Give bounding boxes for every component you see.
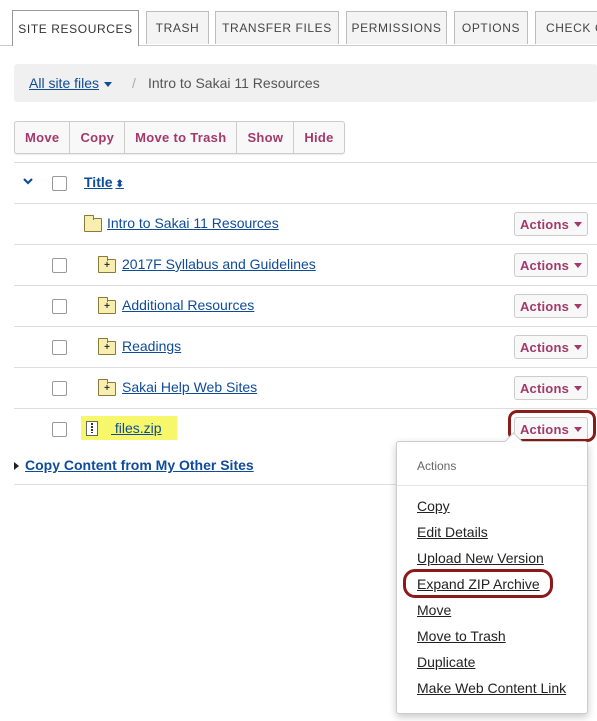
copy-content-link[interactable]: Copy Content from My Other Sites <box>14 457 254 473</box>
copy-button[interactable]: Copy <box>70 122 126 153</box>
row-checkbox[interactable] <box>52 299 67 314</box>
breadcrumb: All site files / Intro to Sakai 11 Resou… <box>14 64 597 102</box>
table-row: + 2017F Syllabus and Guidelines Actions <box>14 244 597 285</box>
resource-toolbar: Move Copy Move to Trash Show Hide <box>14 121 345 154</box>
title-sort-link[interactable]: Title ⬍ <box>84 174 124 190</box>
actions-button[interactable]: Actions <box>514 212 588 236</box>
menu-item-move[interactable]: Move <box>417 602 451 618</box>
item-link[interactable]: Readings <box>122 338 181 354</box>
tab-trash[interactable]: TRASH <box>146 11 209 44</box>
table-row: + Sakai Help Web Sites Actions <box>14 367 597 408</box>
menu-divider <box>397 485 587 486</box>
row-checkbox[interactable] <box>52 422 67 437</box>
caret-down-icon <box>574 344 583 350</box>
move-to-trash-button[interactable]: Move to Trash <box>125 122 238 153</box>
tool-tabs: SITE RESOURCES TRASH TRANSFER FILES PERM… <box>0 0 597 46</box>
all-site-files-dropdown[interactable]: All site files <box>29 75 113 91</box>
caret-down-icon <box>104 81 113 87</box>
folder-icon <box>84 215 102 232</box>
select-all-checkbox[interactable] <box>52 176 67 191</box>
actions-button[interactable]: Actions <box>514 376 588 400</box>
menu-item-edit-details[interactable]: Edit Details <box>417 524 488 540</box>
item-link[interactable]: Additional Resources <box>122 297 254 313</box>
actions-button[interactable]: Actions <box>514 294 588 318</box>
callout-ring <box>403 569 553 598</box>
folder-plus-icon[interactable]: + <box>98 338 116 355</box>
tab-site-resources[interactable]: SITE RESOURCES <box>12 10 139 46</box>
tab-options[interactable]: OPTIONS <box>454 11 528 44</box>
row-checkbox[interactable] <box>52 258 67 273</box>
caret-down-icon <box>574 262 583 268</box>
menu-item-make-web-content-link[interactable]: Make Web Content Link <box>417 680 566 696</box>
menu-item-upload-new-version[interactable]: Upload New Version <box>417 550 544 566</box>
caret-down-icon <box>574 385 583 391</box>
row-checkbox[interactable] <box>52 340 67 355</box>
table-row: + Readings Actions <box>14 326 597 367</box>
zip-file-icon <box>86 421 98 436</box>
actions-button[interactable]: Actions <box>514 253 588 277</box>
folder-plus-icon[interactable]: + <box>98 297 116 314</box>
table-row: Intro to Sakai 11 Resources Actions <box>14 203 597 244</box>
folder-plus-icon[interactable]: + <box>98 379 116 396</box>
sort-icon: ⬍ <box>115 179 124 190</box>
item-link[interactable]: Sakai Help Web Sites <box>122 379 257 395</box>
breadcrumb-current: Intro to Sakai 11 Resources <box>148 75 320 91</box>
menu-item-move-to-trash[interactable]: Move to Trash <box>417 628 506 644</box>
show-button[interactable]: Show <box>237 122 295 153</box>
divider <box>14 484 396 485</box>
caret-right-icon <box>14 462 19 471</box>
item-link[interactable]: files.zip <box>111 420 162 436</box>
caret-down-icon <box>574 221 583 227</box>
table-header: Title ⬍ <box>14 162 597 203</box>
hide-button[interactable]: Hide <box>294 122 343 153</box>
item-link[interactable]: 2017F Syllabus and Guidelines <box>122 256 316 272</box>
move-button[interactable]: Move <box>15 122 71 153</box>
tab-check-quota[interactable]: CHECK Q <box>535 11 597 44</box>
row-checkbox[interactable] <box>52 381 67 396</box>
chevron-down-icon[interactable] <box>23 176 33 186</box>
caret-down-icon <box>574 303 583 309</box>
menu-header: Actions <box>417 459 457 473</box>
actions-button[interactable]: Actions <box>514 335 588 359</box>
item-link[interactable]: Intro to Sakai 11 Resources <box>107 215 279 231</box>
menu-item-duplicate[interactable]: Duplicate <box>417 654 475 670</box>
tab-transfer-files[interactable]: TRANSFER FILES <box>215 11 339 44</box>
folder-plus-icon[interactable]: + <box>98 256 116 273</box>
callout-ring <box>508 410 596 442</box>
table-row: + Additional Resources Actions <box>14 285 597 326</box>
breadcrumb-separator: / <box>132 75 136 91</box>
tab-permissions[interactable]: PERMISSIONS <box>346 11 447 44</box>
menu-item-copy[interactable]: Copy <box>417 498 450 514</box>
